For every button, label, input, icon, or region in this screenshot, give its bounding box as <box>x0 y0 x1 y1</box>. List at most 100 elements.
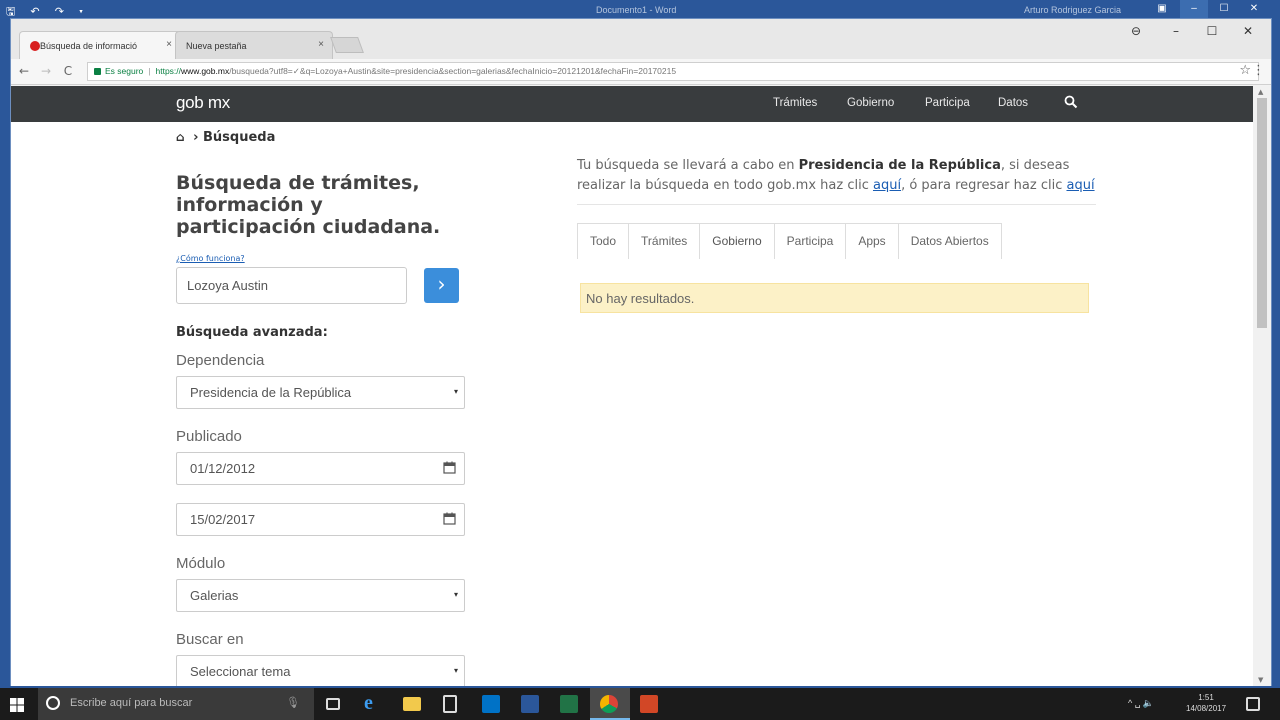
word-minimize-icon[interactable]: – <box>1180 0 1208 20</box>
tab-tramites[interactable]: Trámites <box>628 223 701 259</box>
taskbar-search-placeholder: Escribe aquí para buscar <box>70 697 193 709</box>
tab-apps[interactable]: Apps <box>845 223 899 259</box>
chrome-menu-icon[interactable]: ⋮ <box>1252 63 1265 78</box>
lock-icon <box>94 68 101 75</box>
bookmark-star-icon[interactable]: ☆ <box>1239 63 1251 78</box>
breadcrumb: ⌂ › Búsqueda <box>176 130 275 145</box>
cortana-icon <box>46 696 60 710</box>
fecha-inicio-field[interactable]: 01/12/2012 <box>176 452 465 485</box>
system-tray-icons[interactable]: ^ ␣ 🔈 <box>1128 698 1154 709</box>
taskbar-clock[interactable]: 1:51 14/08/2017 <box>1186 692 1226 714</box>
close-window-icon[interactable]: ✕ <box>1233 21 1263 41</box>
search-all-link[interactable]: aquí <box>873 178 901 193</box>
chevron-down-icon: ▾ <box>453 666 458 675</box>
search-icon[interactable] <box>1064 95 1078 109</box>
tab-participa[interactable]: Participa <box>773 223 847 259</box>
breadcrumb-separator: › <box>193 130 199 145</box>
word-document-title: Documento1 - Word <box>596 5 677 15</box>
microphone-icon[interactable]: 🎙 <box>286 696 300 709</box>
chrome-icon[interactable] <box>600 695 618 713</box>
search-sidebar: Búsqueda de trámites, información y part… <box>176 172 466 686</box>
forward-icon[interactable]: → <box>37 62 55 80</box>
nav-link-datos[interactable]: Datos <box>998 97 1028 109</box>
tab-close-icon[interactable]: × <box>166 39 172 50</box>
favicon-icon <box>30 41 40 51</box>
browser-tab-new[interactable]: Nueva pestaña × <box>175 31 333 59</box>
new-tab-button[interactable] <box>330 37 364 53</box>
tab-todo[interactable]: Todo <box>577 223 630 259</box>
modulo-value: Galerias <box>190 588 239 603</box>
account-icon[interactable]: ⊖ <box>1121 21 1151 41</box>
store-icon[interactable] <box>443 695 457 713</box>
file-explorer-icon[interactable] <box>403 697 421 711</box>
word-ribbon-icon[interactable]: ▣ <box>1148 0 1176 20</box>
page-scrollbar[interactable]: ▲ ▼ <box>1253 86 1271 686</box>
word-user-name[interactable]: Arturo Rodriguez Garcia <box>1024 5 1121 15</box>
url-path: /busqueda?utf8=✓&q=Lozoya+Austin&site=pr… <box>229 66 677 76</box>
modulo-label: Módulo <box>176 555 226 572</box>
excel-icon[interactable] <box>560 695 578 713</box>
notifications-icon[interactable] <box>1246 697 1260 711</box>
scroll-down-icon[interactable]: ▼ <box>1258 676 1263 684</box>
minimize-icon[interactable]: – <box>1161 21 1191 41</box>
word-icon[interactable] <box>521 695 539 713</box>
publicado-label: Publicado <box>176 428 242 445</box>
scope-text: Tu búsqueda se llevará a cabo en <box>577 158 799 173</box>
powerpoint-icon[interactable] <box>640 695 658 713</box>
search-input[interactable]: Lozoya Austin <box>176 267 407 304</box>
how-it-works-link[interactable]: ¿Cómo funciona? <box>176 254 245 263</box>
tab-title: Búsqueda de informació <box>40 41 138 51</box>
no-results-alert: No hay resultados. <box>580 283 1089 313</box>
word-close-icon[interactable]: ✕ <box>1240 0 1268 20</box>
calendar-icon[interactable] <box>443 512 456 525</box>
modulo-select[interactable]: Galerias ▾ <box>176 579 465 612</box>
chrome-window: Búsqueda de informació × Nueva pestaña ×… <box>10 18 1272 686</box>
secure-label: Es seguro <box>105 66 144 76</box>
home-icon[interactable]: ⌂ <box>176 130 185 144</box>
search-submit-button[interactable]: › <box>424 268 459 303</box>
back-icon[interactable]: ← <box>15 62 33 80</box>
scope-site: Presidencia de la República <box>798 158 1001 173</box>
tab-gobierno[interactable]: Gobierno <box>699 223 775 259</box>
results-panel: Tu búsqueda se llevará a cabo en Preside… <box>577 156 1097 313</box>
windows-taskbar: Escribe aquí para buscar 🎙 e ^ ␣ 🔈 1:51 … <box>0 688 1280 720</box>
go-back-link[interactable]: aquí <box>1066 178 1094 193</box>
tab-strip: Búsqueda de informació × Nueva pestaña ×… <box>11 19 1271 59</box>
windows-start-icon[interactable] <box>10 698 24 712</box>
task-view-icon[interactable] <box>326 698 340 710</box>
browser-toolbar: ← → C Es seguro | https://www.gob.mx/busqu… <box>11 59 1271 85</box>
outlook-icon[interactable] <box>482 695 500 713</box>
fecha-fin-field[interactable]: 15/02/2017 <box>176 503 465 536</box>
calendar-icon[interactable] <box>443 461 456 474</box>
fecha-inicio-value: 01/12/2012 <box>190 461 256 476</box>
nav-link-gobierno[interactable]: Gobierno <box>847 97 894 109</box>
tab-close-icon[interactable]: × <box>318 39 324 50</box>
scope-text: , ó para regresar haz clic <box>901 178 1067 193</box>
edge-icon[interactable]: e <box>364 693 382 713</box>
url-host: www.gob.mx <box>181 66 230 76</box>
page-title: Búsqueda de trámites, información y part… <box>176 172 441 238</box>
dependencia-select[interactable]: Presidencia de la República ▾ <box>176 376 465 409</box>
buscar-en-value: Seleccionar tema <box>190 664 291 679</box>
dependencia-value: Presidencia de la República <box>190 385 352 400</box>
word-maximize-icon[interactable]: ☐ <box>1210 0 1238 20</box>
tab-datos-abiertos[interactable]: Datos Abiertos <box>897 223 1002 259</box>
nav-link-tramites[interactable]: Trámites <box>773 97 817 109</box>
nav-link-participa[interactable]: Participa <box>925 97 970 109</box>
site-logo[interactable]: gob mx <box>176 93 230 113</box>
buscar-en-select[interactable]: Seleccionar tema ▾ <box>176 655 465 686</box>
scroll-up-icon[interactable]: ▲ <box>1258 88 1263 96</box>
dependencia-label: Dependencia <box>176 352 265 369</box>
maximize-icon[interactable]: ☐ <box>1197 21 1227 41</box>
browser-tab-active[interactable]: Búsqueda de informació × <box>19 31 181 59</box>
clock-date: 14/08/2017 <box>1186 704 1227 713</box>
chevron-down-icon: ▾ <box>453 387 458 396</box>
scrollbar-thumb[interactable] <box>1257 98 1267 328</box>
taskbar-search-box[interactable]: Escribe aquí para buscar 🎙 <box>38 688 314 720</box>
address-bar[interactable]: Es seguro | https://www.gob.mx/busqueda?ut… <box>87 62 1259 81</box>
site-navbar: gob mx Trámites Gobierno Participa Datos <box>11 86 1253 122</box>
chevron-down-icon: ▾ <box>453 590 458 599</box>
advanced-search-title: Búsqueda avanzada: <box>176 325 328 340</box>
reload-icon[interactable]: C <box>59 62 77 80</box>
tab-title: Nueva pestaña <box>186 41 247 51</box>
